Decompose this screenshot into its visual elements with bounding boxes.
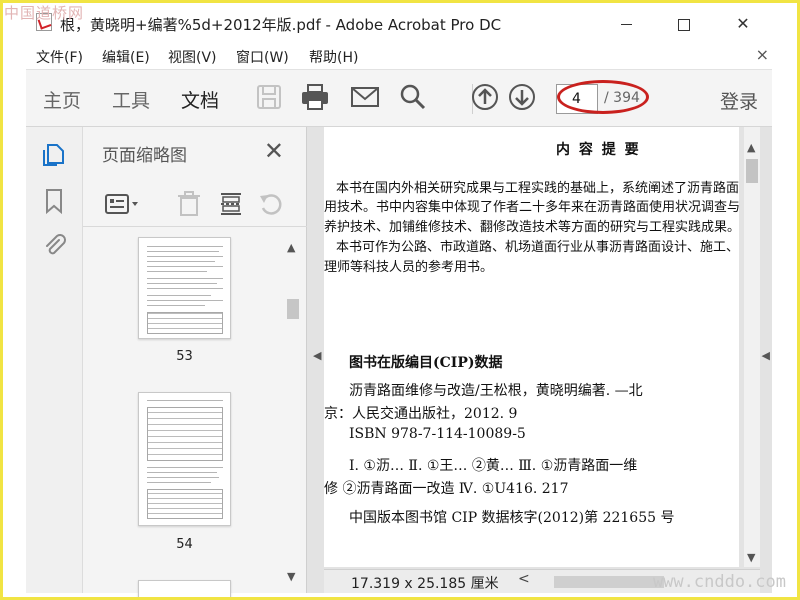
scroll-down-arrow-icon[interactable]: ▼	[747, 551, 755, 564]
tab-document[interactable]: 文档	[181, 86, 219, 113]
doc-heading: 内 容 提 要	[556, 142, 641, 158]
print-icon[interactable]	[300, 82, 330, 112]
save-icon[interactable]	[254, 82, 284, 112]
cip-line: Ⅰ. ①沥… Ⅱ. ①王… ②黄… Ⅲ. ①沥青路面一维	[349, 458, 638, 474]
page-number-input[interactable]: 4	[556, 84, 598, 114]
tab-home[interactable]: 主页	[43, 86, 81, 113]
cip-line: 京：人民交通出版社，2012. 9	[324, 406, 518, 422]
scroll-up-arrow-icon[interactable]: ▲	[287, 241, 295, 254]
login-button[interactable]: 登录	[720, 87, 758, 114]
page-thumbnail-label: 54	[176, 537, 193, 552]
scroll-up-arrow-icon[interactable]: ▲	[747, 141, 755, 154]
tab-tools[interactable]: 工具	[112, 86, 150, 113]
doc-summary-line: 本书在国内外相关研究成果与工程实践的基础上，系统阐述了沥青路面维	[336, 181, 739, 196]
document-scrollbar[interactable]: ▲ ▼	[744, 127, 760, 567]
scroll-thumb[interactable]	[287, 299, 299, 319]
delete-page-icon[interactable]	[175, 190, 203, 218]
pdf-page: 内 容 提 要 本书在国内外相关研究成果与工程实践的基础上，系统阐述了沥青路面维…	[324, 127, 739, 567]
menu-window[interactable]: 窗口(W)	[236, 47, 289, 67]
document-view: ◀ 内 容 提 要 本书在国内外相关研究成果与工程实践的基础上，系统阐述了沥青路…	[307, 127, 772, 593]
panel-close-button[interactable]: ✕	[264, 137, 284, 165]
extract-page-icon[interactable]	[217, 190, 245, 218]
page-thumbnail-53[interactable]	[138, 237, 231, 339]
thumbnail-options-icon[interactable]	[103, 190, 143, 218]
page-thumbnails-panel: 页面缩略图 ✕ 53 54 ▲ ▼	[83, 127, 307, 600]
page-thumbnail-54[interactable]	[138, 392, 231, 526]
horizontal-scroll-thumb[interactable]	[554, 576, 664, 588]
cip-line: 中国版本图书馆 CIP 数据核字(2012)第 221655 号	[349, 510, 675, 526]
window-title: 根，黄晓明+编著%5d+2012年版.pdf - Adobe Acrobat P…	[60, 16, 502, 34]
page-total-label: / 394	[604, 90, 640, 106]
doc-summary-line: 用技术。书中内容集中体现了作者二十多年来在沥青路面使用状况调查与	[324, 200, 739, 215]
search-icon[interactable]	[398, 82, 428, 112]
page-up-icon[interactable]	[470, 82, 500, 112]
watermark-bottom: www.cnddo.com	[652, 572, 786, 592]
menu-view[interactable]: 视图(V)	[168, 47, 217, 67]
cip-title: 图书在版编目(CIP)数据	[349, 355, 503, 371]
email-icon[interactable]	[350, 82, 380, 112]
page-thumbnail-label: 53	[176, 349, 193, 364]
page-thumbnail-55[interactable]	[138, 580, 231, 600]
doc-summary-line: 养护技术、加铺维修技术、翻修改造技术等方面的研究与工程实践成果。	[324, 220, 739, 235]
thumbnail-toolbar	[83, 183, 307, 227]
close-window-button[interactable]: ✕	[720, 9, 766, 39]
menu-edit[interactable]: 编辑(E)	[102, 47, 150, 67]
menu-bar: 文件(F) 编辑(E) 视图(V) 窗口(W) 帮助(H) ×	[3, 43, 797, 69]
toolbar: 主页 工具 文档 4 / 394 登录	[26, 69, 772, 127]
rotate-page-icon[interactable]	[257, 190, 285, 218]
close-document-button[interactable]: ×	[756, 45, 769, 64]
scroll-down-arrow-icon[interactable]: ▼	[287, 570, 295, 583]
cip-isbn: ISBN 978-7-114-10089-5	[349, 426, 526, 442]
watermark-top: 中国道桥网	[4, 4, 85, 22]
navigation-rail	[26, 127, 83, 593]
scroll-thumb[interactable]	[746, 159, 758, 183]
doc-summary-line: 本书可作为公路、市政道路、机场道面行业从事沥青路面设计、施工、养护	[336, 240, 739, 255]
panel-title: 页面缩略图	[102, 146, 187, 166]
minimize-button[interactable]	[603, 9, 649, 39]
title-bar: 根，黄晓明+编著%5d+2012年版.pdf - Adobe Acrobat P…	[3, 3, 797, 43]
cip-line: 修 ②沥青路面一改造 Ⅳ. ①U416. 217	[324, 481, 569, 497]
page-size-label: 17.319 x 25.185 厘米	[351, 576, 499, 592]
cip-line: 沥青路面维修与改造/王松根，黄晓明编著. —北	[349, 383, 643, 399]
scroll-left-arrow-icon[interactable]: <	[518, 571, 530, 587]
collapse-left-arrow-icon[interactable]: ◀	[313, 349, 321, 362]
doc-summary-line: 理师等科技人员的参考用书。	[324, 260, 494, 275]
thumbnail-scrollbar[interactable]: ▲ ▼	[283, 237, 303, 587]
maximize-button[interactable]	[661, 9, 707, 39]
collapse-right-arrow-icon[interactable]: ◀	[762, 349, 770, 362]
menu-file[interactable]: 文件(F)	[36, 47, 83, 67]
page-thumbnails-icon[interactable]	[40, 141, 68, 169]
bookmark-icon[interactable]	[40, 187, 68, 215]
attachment-icon[interactable]	[40, 231, 68, 259]
page-down-icon[interactable]	[507, 82, 537, 112]
menu-help[interactable]: 帮助(H)	[309, 47, 358, 67]
